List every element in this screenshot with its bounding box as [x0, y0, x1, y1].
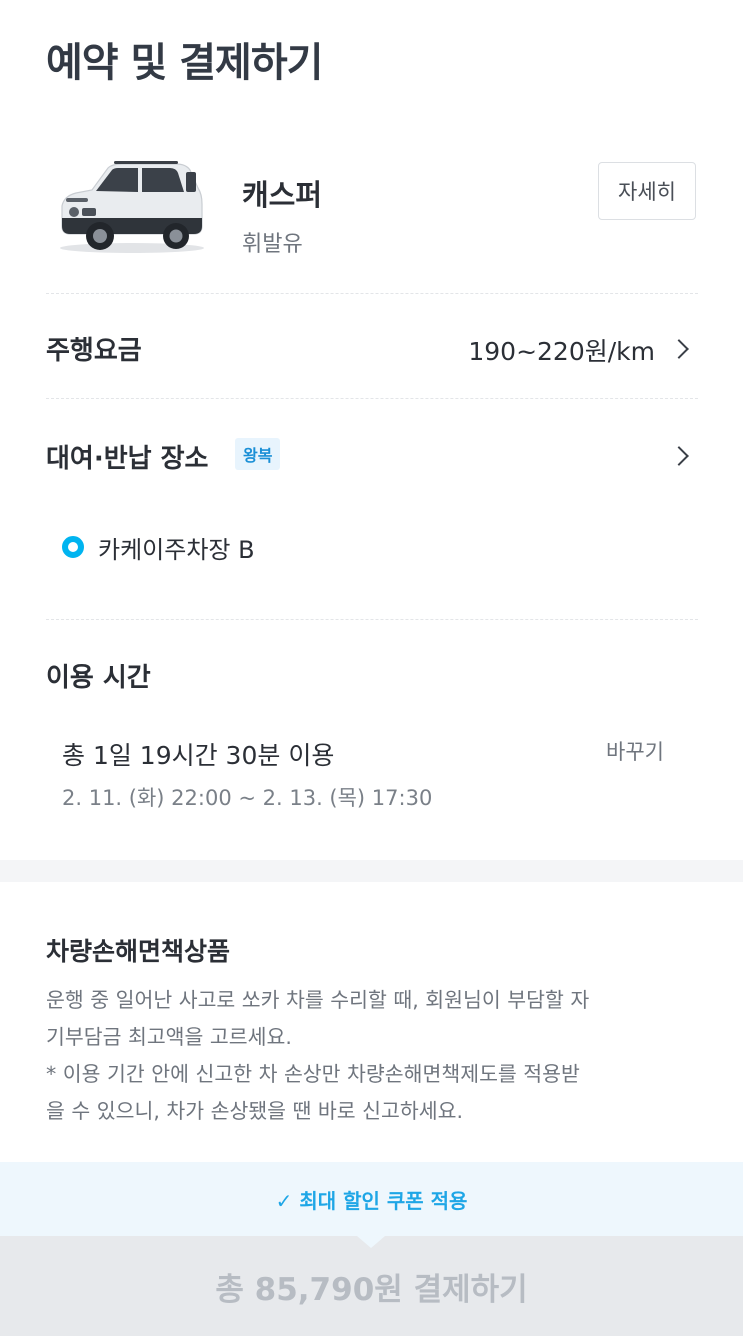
chevron-right-icon	[669, 446, 689, 466]
section-separator	[0, 860, 743, 882]
insurance-description-line: 을 수 있으니, 차가 손상됐을 땐 바로 신고하세요.	[46, 1099, 463, 1123]
divider	[46, 293, 698, 294]
driving-fee-label: 주행요금	[46, 336, 142, 366]
insurance-description-line: 운행 중 일어난 사고로 쏘카 차를 수리할 때, 회원님이 부담할 자	[46, 988, 590, 1012]
round-trip-badge: 왕복	[235, 438, 281, 470]
divider	[46, 619, 698, 620]
usage-date-range: 2. 11. (화) 22:00 ~ 2. 13. (목) 17:30	[62, 786, 433, 810]
chevron-right-icon	[669, 339, 689, 359]
car-image	[52, 156, 208, 256]
car-name: 캐스퍼	[242, 178, 323, 212]
car-fuel-type: 휘발유	[242, 232, 303, 257]
usage-total-duration: 총 1일 19시간 30분 이용	[62, 741, 335, 770]
banner-pointer	[357, 1236, 385, 1248]
insurance-description-line: * 이용 기간 안에 신고한 차 손상만 차량손해면책제도를 적용받	[46, 1062, 580, 1086]
insurance-description-line: 기부담금 최고액을 고르세요.	[46, 1025, 292, 1049]
coupon-applied-banner: ✓ 최대 할인 쿠폰 적용	[0, 1162, 743, 1236]
coupon-applied-text: ✓ 최대 할인 쿠폰 적용	[275, 1188, 468, 1213]
insurance-description: 운행 중 일어난 사고로 쏘카 차를 수리할 때, 회원님이 부담할 자 기부담…	[46, 982, 706, 1130]
driving-fee-value: 190~220원/km	[468, 337, 655, 366]
pay-button[interactable]: 총 85,790원 결제하기	[0, 1236, 743, 1336]
change-time-button[interactable]: 바꾸기	[606, 736, 664, 766]
rental-location-label: 대여·반납 장소	[46, 444, 209, 474]
location-name: 카케이주차장 B	[98, 536, 255, 564]
insurance-title: 차량손해면책상품	[46, 937, 231, 966]
divider	[46, 398, 698, 399]
car-detail-button[interactable]: 자세히	[598, 162, 696, 220]
page-title: 예약 및 결제하기	[46, 40, 323, 86]
usage-time-label: 이용 시간	[46, 663, 151, 693]
location-pin-icon	[62, 536, 84, 558]
